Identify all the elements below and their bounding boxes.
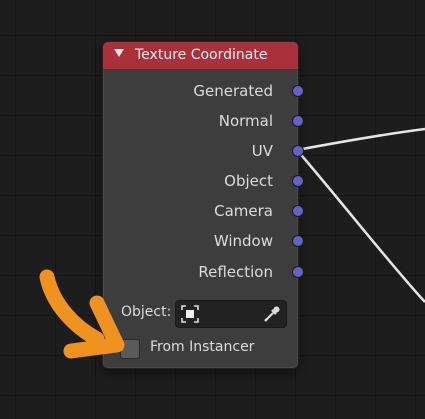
uv-link-upper[interactable] xyxy=(296,127,425,152)
output-normal: Normal xyxy=(103,110,304,132)
output-socket-uv[interactable] xyxy=(292,145,304,157)
output-generated: Generated xyxy=(103,80,304,102)
output-label: UV xyxy=(251,142,273,160)
output-label: Normal xyxy=(218,112,273,130)
eyedropper-icon[interactable] xyxy=(262,304,282,324)
output-camera: Camera xyxy=(103,200,304,222)
output-label: Camera xyxy=(214,202,273,220)
output-uv: UV xyxy=(103,140,304,162)
output-socket-normal[interactable] xyxy=(292,115,304,127)
output-socket-camera[interactable] xyxy=(292,205,304,217)
output-label: Window xyxy=(213,232,273,250)
output-label: Object xyxy=(224,172,273,190)
triangle-down-icon[interactable] xyxy=(114,49,124,57)
uv-link-lower[interactable] xyxy=(296,149,425,303)
node-editor-canvas[interactable]: Texture Coordinate Generated Normal UV O… xyxy=(0,0,425,419)
output-object: Object xyxy=(103,170,304,192)
output-socket-window[interactable] xyxy=(292,235,304,247)
object-icon xyxy=(181,305,199,323)
output-socket-reflection[interactable] xyxy=(292,266,304,278)
node-title: Texture Coordinate xyxy=(135,47,268,63)
annotation-arrow-icon xyxy=(39,269,125,359)
node-header[interactable]: Texture Coordinate xyxy=(103,42,298,70)
from-instancer-label: From Instancer xyxy=(150,339,255,355)
output-label: Reflection xyxy=(198,263,273,281)
output-window: Window xyxy=(103,230,304,252)
object-field[interactable] xyxy=(175,300,287,328)
output-socket-generated[interactable] xyxy=(292,85,304,97)
output-socket-object[interactable] xyxy=(292,175,304,187)
output-label: Generated xyxy=(193,82,273,100)
